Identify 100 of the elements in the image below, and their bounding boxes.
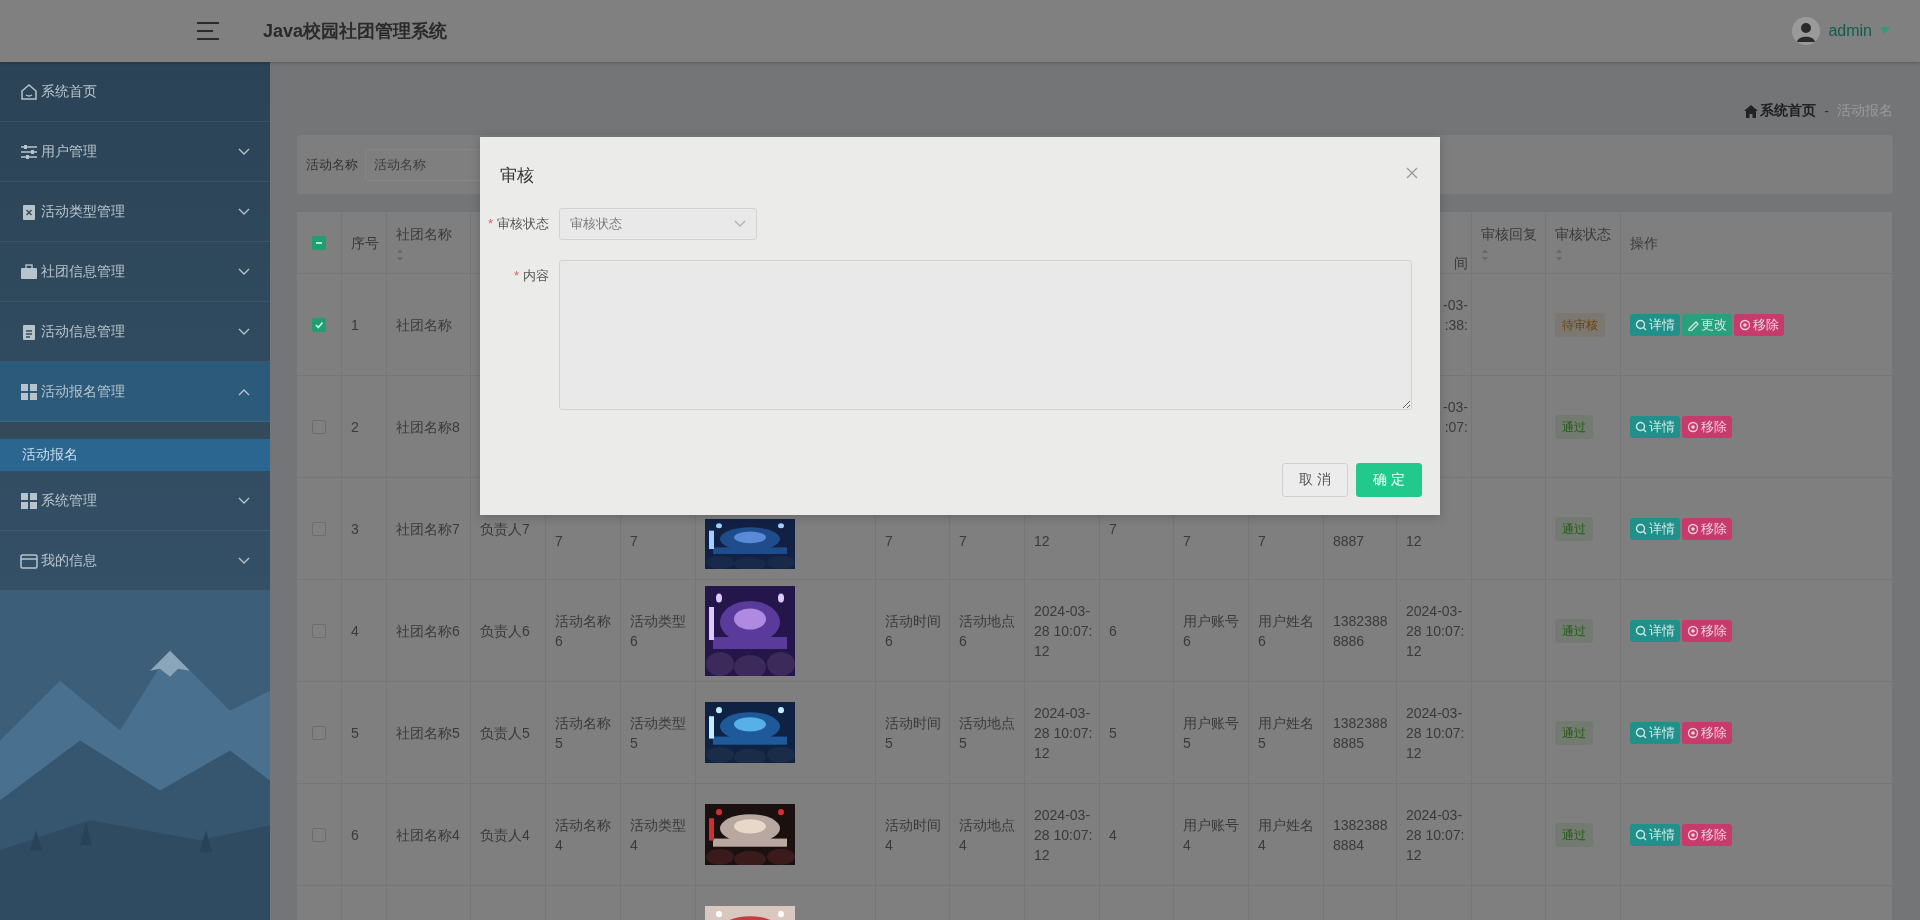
table-cell-text: 7 (630, 531, 638, 551)
table-cell-text: 3 (351, 519, 359, 539)
status-select[interactable]: 审核状态 (559, 208, 757, 240)
chevron-down-icon (238, 207, 250, 216)
field-label: 审核状态 (497, 215, 549, 233)
table-cell-text: 活动名称5 (555, 713, 612, 753)
circle-dot-icon (1687, 522, 1699, 535)
sidebar-label: 系统首页 (41, 82, 97, 101)
table-cell-text: 负责人5 (480, 723, 530, 743)
table-cell-text: 用户姓名4 (1258, 815, 1315, 855)
remove-button[interactable]: 移除 (1682, 721, 1732, 744)
chevron-down-icon (734, 220, 746, 228)
table-cell-text: 7 (555, 531, 563, 551)
required-mark: * (513, 267, 519, 285)
table-cell-text: 2024-03-28 10:07:12 (1406, 601, 1465, 661)
column-header: 间 (1454, 254, 1468, 273)
sidebar-item[interactable]: 系统管理 (0, 471, 270, 531)
table-cell-text: 2024-03-28 10:07:12 (1034, 805, 1093, 865)
circle-dot-icon (1687, 420, 1699, 433)
remove-button[interactable]: 移除 (1682, 823, 1732, 846)
field-label: 活动名称 (306, 155, 358, 174)
status-badge: 通过 (1555, 516, 1593, 541)
remove-button[interactable]: 移除 (1682, 517, 1732, 540)
avatar-icon[interactable] (1792, 17, 1821, 45)
clipboard-icon (20, 202, 38, 221)
status-badge: 通过 (1555, 618, 1593, 643)
search-icon (1635, 624, 1647, 637)
chevron-down-icon (238, 327, 250, 336)
table-cell-text: -03- :07: (1443, 397, 1468, 437)
table-cell-text: 7 (1258, 531, 1266, 551)
user-name[interactable]: admin (1828, 22, 1872, 40)
briefcase-icon (20, 262, 38, 281)
chevron-up-icon (238, 387, 250, 396)
home-icon (20, 82, 38, 101)
search-icon (1635, 522, 1647, 535)
table-cell-text: 负责人6 (480, 621, 530, 641)
submenu-item[interactable]: 活动报名 (0, 439, 270, 471)
field-label: 内容 (523, 267, 549, 285)
detail-button[interactable]: 详情 (1630, 721, 1680, 744)
table-cell-text: 1 (351, 315, 359, 335)
table-cell-text: 活动类型4 (630, 815, 687, 855)
table-cell-text: 用户账号4 (1183, 815, 1240, 855)
table-cell-text: 社团名称8 (396, 417, 460, 437)
table-cell-text: 7 (885, 531, 893, 551)
caret-icon[interactable] (1880, 27, 1890, 35)
sidebar-item[interactable]: 用户管理 (0, 122, 270, 182)
table-cell-text: 7 (1109, 519, 1117, 539)
checkbox[interactable] (312, 235, 326, 250)
table-cell-text: 用户账号6 (1183, 611, 1240, 651)
menu-icon[interactable] (196, 21, 220, 41)
table-cell-text: 13823888886 (1333, 611, 1389, 651)
detail-button[interactable]: 详情 (1630, 313, 1680, 336)
sidebar-item[interactable]: 活动报名管理 (0, 362, 270, 422)
sliders-icon (20, 142, 38, 161)
breadcrumb-link[interactable]: 系统首页 (1760, 102, 1817, 120)
table-cell-text: 2024-03-28 10:07:12 (1406, 805, 1465, 865)
sidebar-label: 我的信息 (41, 551, 97, 570)
detail-button[interactable]: 详情 (1630, 517, 1680, 540)
app-title: Java校园社团管理系统 (263, 20, 448, 43)
sidebar-label: 活动报名管理 (41, 382, 125, 401)
sidebar-item[interactable]: 系统首页 (0, 62, 270, 122)
status-badge: 待审核 (1555, 312, 1605, 337)
sidebar-item[interactable]: 活动类型管理 (0, 182, 270, 242)
table-cell-text: 社团名称6 (396, 621, 460, 641)
close-icon[interactable] (1406, 167, 1418, 179)
detail-button[interactable]: 详情 (1630, 619, 1680, 642)
search-icon (1635, 726, 1647, 739)
remove-button[interactable]: 移除 (1682, 415, 1732, 438)
grid-icon (20, 491, 38, 510)
table-cell-text: 社团名称4 (396, 825, 460, 845)
checkbox[interactable] (312, 317, 326, 332)
sidebar-item[interactable]: 社团信息管理 (0, 242, 270, 302)
table-cell-text: 6 (351, 825, 359, 845)
table-cell-text: 活动类型5 (630, 713, 687, 753)
search-icon (1635, 420, 1647, 433)
column-header: 审核状态 (1555, 224, 1611, 244)
table-cell-text: 12 (1406, 531, 1422, 551)
table-cell-text: 2 (351, 417, 359, 437)
table-cell-text: 2024-03-28 10:07:12 (1034, 601, 1093, 661)
remove-button[interactable]: 移除 (1734, 313, 1784, 336)
confirm-button[interactable]: 确定 (1356, 463, 1422, 497)
detail-button[interactable]: 详情 (1630, 415, 1680, 438)
table-cell-text: 13823888884 (1333, 815, 1389, 855)
table-cell-text: 用户姓名6 (1258, 611, 1315, 651)
circle-dot-icon (1739, 318, 1751, 331)
edit-button[interactable]: 更改 (1682, 313, 1732, 336)
table-cell-text: 负责人4 (480, 825, 530, 845)
card-icon (20, 551, 38, 570)
content-field[interactable] (559, 260, 1412, 410)
detail-button[interactable]: 详情 (1630, 823, 1680, 846)
table-cell-text: 8887 (1333, 531, 1365, 551)
remove-button[interactable]: 移除 (1682, 619, 1732, 642)
table-cell-text: 活动时间5 (885, 713, 942, 753)
status-badge: 通过 (1555, 720, 1593, 745)
cancel-button[interactable]: 取消 (1282, 463, 1348, 497)
grid-icon (20, 382, 38, 401)
search-icon (1635, 318, 1647, 331)
sidebar-label: 用户管理 (41, 142, 97, 161)
table-cell-text: 2024-03-28 10:07:12 (1406, 703, 1465, 763)
table-cell-text: 负责人7 (480, 519, 530, 539)
